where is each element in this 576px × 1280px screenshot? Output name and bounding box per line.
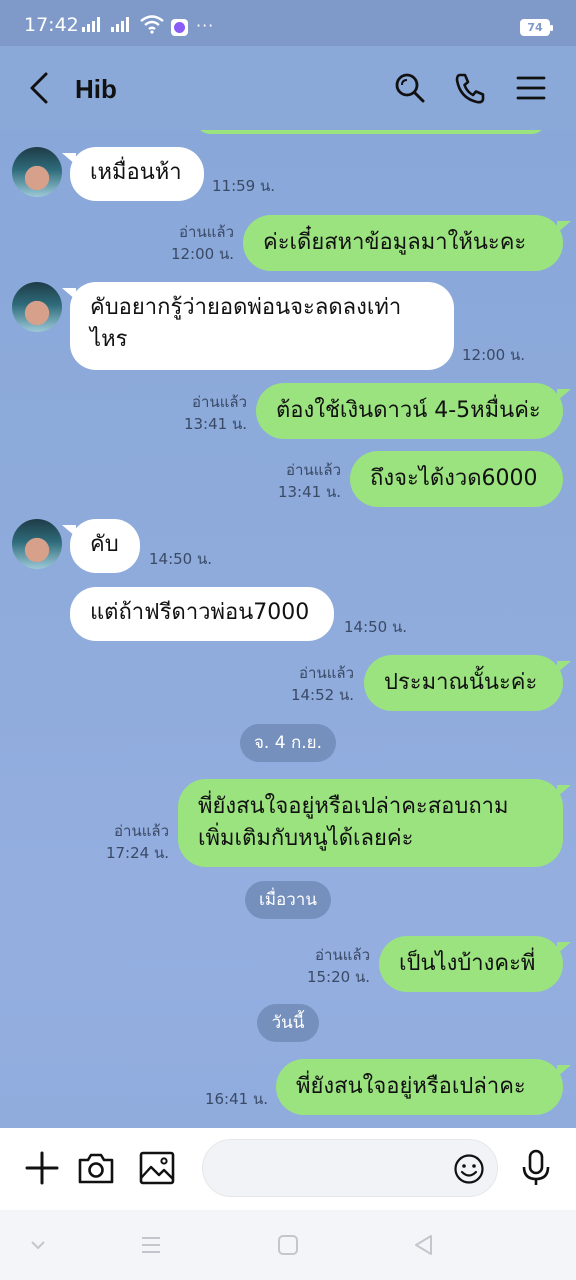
chevron-down-icon[interactable]	[25, 1232, 51, 1258]
message-time: 17:24 น.	[105, 844, 169, 862]
status-time: 17:42	[24, 14, 79, 36]
outgoing-message-bubble[interactable]: ถึงจะได้งวด6000	[350, 451, 563, 507]
read-receipt: อ่านแล้ว	[192, 393, 247, 411]
battery-icon: 74	[520, 19, 553, 36]
message-time: 14:50 น.	[344, 618, 408, 636]
system-navigation-bar	[0, 1210, 576, 1280]
more-notifications-icon: ···	[196, 16, 215, 35]
signal-icon	[82, 16, 100, 32]
message-text: ประมาณนั้นะค่ะ	[384, 670, 538, 695]
outgoing-message-bubble[interactable]: พี่ยังสนใจอยู่หรือเปล่าคะสอบถาม เพิ่มเติ…	[178, 779, 571, 867]
emoji-icon[interactable]	[453, 1153, 485, 1185]
message-time: 11:59 น.	[212, 177, 276, 195]
message-time: 12:00 น.	[170, 245, 234, 263]
chat-header: Hib	[0, 46, 576, 130]
message-text: เหมื่อนห้า	[90, 160, 182, 185]
avatar[interactable]	[12, 519, 62, 569]
message-time: 12:00 น.	[462, 346, 526, 364]
outgoing-message-bubble[interactable]: ค่ะเดี๋ยสหาข้อมูลมาให้นะคะ	[243, 215, 571, 271]
status-bar: 17:42 ··· 74	[0, 0, 576, 46]
read-receipt: อ่านแล้ว	[299, 664, 354, 682]
message-text: ถึงจะได้งวด6000	[370, 466, 538, 491]
message-time: 13:41 น.	[277, 483, 341, 501]
search-icon[interactable]	[393, 70, 427, 106]
menu-icon[interactable]	[514, 70, 548, 106]
outgoing-message-bubble[interactable]: ต้องใช้เงินดาวน์ 4-5หมื่นค่ะ	[256, 383, 571, 439]
image-icon[interactable]	[137, 1148, 177, 1188]
back-icon[interactable]	[411, 1232, 437, 1258]
read-receipt: อ่านแล้ว	[179, 223, 234, 241]
outgoing-message-bubble[interactable]: พี่ยังสนใจอยู่หรือเปล่าคะ	[276, 1059, 571, 1115]
incoming-message-bubble[interactable]: คับ	[62, 519, 140, 573]
message-text-line: คับอยากรู้ว่ายอดพ่อนจะลดลงเท่า	[90, 295, 402, 320]
read-receipt: อ่านแล้ว	[114, 822, 169, 840]
message-time: 13:41 น.	[183, 415, 247, 433]
signal-icon	[111, 16, 129, 32]
message-text: ต้องใช้เงินดาวน์ 4-5หมื่นค่ะ	[276, 398, 541, 423]
message-text: พี่ยังสนใจอยู่หรือเปล่าคะ	[296, 1074, 526, 1099]
message-time: 16:41 น.	[204, 1090, 268, 1108]
message-input[interactable]	[202, 1139, 498, 1197]
message-time: 14:52 น.	[290, 686, 354, 704]
message-text: แต่ถ้าฟรีดาวพ่อน7000	[90, 600, 310, 625]
avatar[interactable]	[12, 282, 62, 332]
camera-icon[interactable]	[76, 1148, 116, 1188]
message-text: เป็นไงบ้างคะพี่	[399, 951, 536, 976]
incoming-message-bubble[interactable]: เหมื่อนห้า	[62, 147, 204, 201]
avatar[interactable]	[12, 147, 62, 197]
message-text: คับ	[90, 532, 119, 557]
message-text: ค่ะเดี๋ยสหาข้อมูลมาให้นะคะ	[263, 230, 527, 255]
read-receipt: อ่านแล้ว	[286, 461, 341, 479]
message-time: 15:20 น.	[306, 968, 370, 986]
back-arrow-icon[interactable]	[26, 70, 56, 106]
outgoing-message-bubble[interactable]: ประมาณนั้นะค่ะ	[364, 655, 571, 711]
chat-title: Hib	[75, 74, 117, 104]
read-receipt: อ่านแล้ว	[315, 946, 370, 964]
wifi-icon	[140, 15, 164, 34]
message-text-line: พี่ยังสนใจอยู่หรือเปล่าคะสอบถาม	[198, 794, 509, 819]
date-separator: วันนี้	[257, 1004, 319, 1042]
plus-icon[interactable]	[22, 1148, 62, 1188]
message-input-bar	[0, 1128, 576, 1210]
message-time: 14:50 น.	[149, 550, 213, 568]
recent-apps-icon[interactable]	[138, 1232, 164, 1258]
message-text-line: เพิ่มเติมกับหนูได้เลยค่ะ	[198, 826, 414, 851]
messenger-icon	[171, 19, 188, 36]
microphone-icon[interactable]	[516, 1148, 556, 1188]
outgoing-message-bubble[interactable]: เป็นไงบ้างคะพี่	[379, 936, 571, 992]
incoming-message-bubble[interactable]: คับอยากรู้ว่ายอดพ่อนจะลดลงเท่า ไหร	[62, 282, 454, 370]
phone-icon[interactable]	[453, 70, 487, 106]
message-text-line: ไหร	[90, 327, 128, 352]
incoming-message-bubble[interactable]: แต่ถ้าฟรีดาวพ่อน7000	[70, 587, 334, 641]
chat-area[interactable]: เหมื่อนห้า 11:59 น. อ่านแล้ว 12:00 น. ค่…	[0, 130, 576, 1128]
home-icon[interactable]	[275, 1232, 301, 1258]
date-separator: เมื่อวาน	[245, 881, 331, 919]
previous-message-bubble	[196, 130, 546, 134]
date-separator: จ. 4 ก.ย.	[240, 724, 336, 762]
